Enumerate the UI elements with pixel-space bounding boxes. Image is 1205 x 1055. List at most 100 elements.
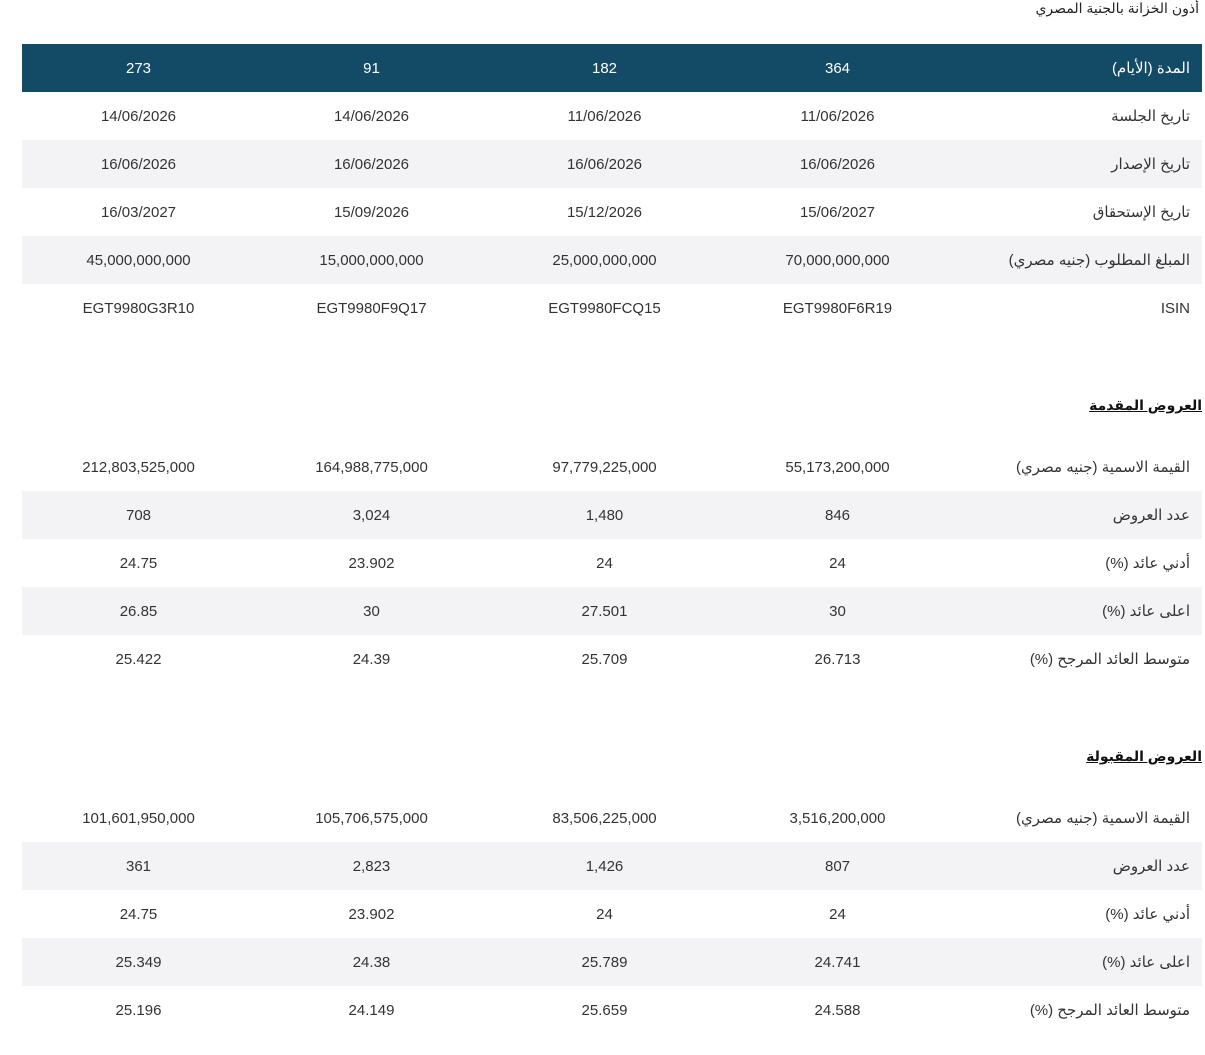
table-cell: 24 [829,554,846,572]
row-label: القيمة الاسمية (جنيه مصري) [1015,810,1190,827]
table-cell: EGT9980G3R10 [82,299,195,317]
table-cell: 807 [721,842,954,890]
table-row: القيمة الاسمية (جنيه مصري) 55,173,200,00… [22,443,1202,491]
table-cell: 361 [22,842,255,890]
table-cell: 3,024 [255,491,488,539]
accepted-bids-table: القيمة الاسمية (جنيه مصري) 3,516,200,000… [22,794,1202,1034]
table-cell: 16/06/2026 [255,140,488,188]
table-cell: 212,803,525,000 [82,458,195,476]
table-cell: 24.149 [348,1001,395,1019]
table-cell: EGT9980FCQ15 [548,299,661,317]
table-cell: 25,000,000,000 [488,236,721,284]
table-cell: 25.709 [581,650,628,668]
row-label: القيمة الاسمية (جنيه مصري) [1015,459,1190,476]
header-cell: 364 [721,44,954,92]
table-cell: 27.501 [488,587,721,635]
table-cell: EGT9980F9Q17 [316,299,427,317]
table-cell: 45,000,000,000 [22,236,255,284]
table-row: اعلى عائد (%) 30 27.501 30 26.85 [22,587,1202,635]
table-cell: 14/06/2026 [100,107,177,125]
row-label: تاريخ الإستحقاق [1092,204,1190,221]
offered-bids-heading: العروض المقدمة [1089,397,1202,413]
table-cell: 24 [596,905,613,923]
table-cell: 11/06/2026 [800,107,875,125]
table-cell: 23.902 [348,554,395,572]
table-cell: 30 [721,587,954,635]
table-cell: 25.422 [115,650,162,668]
row-label: اعلى عائد (%) [954,587,1202,635]
table-row: تاريخ الإستحقاق 15/06/2027 15/12/2026 15… [22,188,1202,236]
row-label: اعلى عائد (%) [954,938,1202,986]
table-cell: 25.789 [488,938,721,986]
row-label: متوسط العائد المرجح (%) [1029,651,1190,668]
table-cell: 24.75 [119,905,158,923]
table-cell: 70,000,000,000 [721,236,954,284]
table-cell: 15/06/2027 [799,203,876,221]
table-cell: 105,706,575,000 [315,809,428,827]
page-title: أذون الخزانة بالجنية المصري [1035,0,1199,16]
table-cell: 15/09/2026 [333,203,410,221]
table-cell: 846 [721,491,954,539]
header-label: المدة (الأيام) [954,44,1202,92]
row-label: عدد العروض [954,842,1202,890]
offered-bids-table: القيمة الاسمية (جنيه مصري) 55,173,200,00… [22,443,1202,683]
table-cell: 11/06/2026 [567,107,642,125]
table-cell: 24 [829,905,846,923]
accepted-bids-heading: العروض المقبولة [1086,748,1202,764]
table-header-row: المدة (الأيام) 364 182 91 273 [22,44,1202,92]
table-cell: 26.85 [22,587,255,635]
table-row: عدد العروض 846 1,480 3,024 708 [22,491,1202,539]
row-label: أدني عائد (%) [1105,555,1190,572]
table-row: تاريخ الإصدار 16/06/2026 16/06/2026 16/0… [22,140,1202,188]
table-row: ISIN EGT9980F6R19 EGT9980FCQ15 EGT9980F9… [22,284,1202,332]
table-cell: 16/06/2026 [488,140,721,188]
table-row: المبلغ المطلوب (جنيه مصري) 70,000,000,00… [22,236,1202,284]
table-cell: 30 [255,587,488,635]
table-cell: 16/03/2027 [100,203,177,221]
table-row: أدني عائد (%) 24 24 23.902 24.75 [22,539,1202,587]
table-cell: 708 [22,491,255,539]
table-cell: 97,779,225,000 [552,458,657,476]
row-label: أدني عائد (%) [1105,906,1190,923]
table-cell: 14/06/2026 [333,107,410,125]
table-cell: 24.38 [255,938,488,986]
table-cell: 101,601,950,000 [82,809,195,827]
table-cell: 2,823 [255,842,488,890]
table-cell: 26.713 [814,650,861,668]
header-cell: 273 [22,44,255,92]
table-cell: EGT9980F6R19 [782,299,893,317]
table-cell: 3,516,200,000 [789,809,886,827]
table-cell: 55,173,200,000 [785,458,890,476]
table-row: عدد العروض 807 1,426 2,823 361 [22,842,1202,890]
table-row: أدني عائد (%) 24 24 23.902 24.75 [22,890,1202,938]
auction-details-table: المدة (الأيام) 364 182 91 273 تاريخ الجل… [22,44,1202,332]
table-cell: 25.349 [22,938,255,986]
table-cell: 16/06/2026 [721,140,954,188]
table-cell: 24 [596,554,613,572]
row-label: متوسط العائد المرجح (%) [1029,1002,1190,1019]
table-row: تاريخ الجلسة 11/06/2026 11/06/2026 14/06… [22,92,1202,140]
table-cell: 16/06/2026 [22,140,255,188]
table-cell: 15/12/2026 [566,203,643,221]
table-cell: 83,506,225,000 [552,809,657,827]
table-row: القيمة الاسمية (جنيه مصري) 3,516,200,000… [22,794,1202,842]
table-cell: 23.902 [348,905,395,923]
row-label: ISIN [1160,299,1190,317]
table-cell: 15,000,000,000 [255,236,488,284]
row-label: المبلغ المطلوب (جنيه مصري) [954,236,1202,284]
table-cell: 164,988,775,000 [315,458,428,476]
header-cell: 91 [255,44,488,92]
table-cell: 25.196 [115,1001,162,1019]
table-row: اعلى عائد (%) 24.741 25.789 24.38 25.349 [22,938,1202,986]
table-cell: 24.741 [721,938,954,986]
table-row: متوسط العائد المرجح (%) 24.588 25.659 24… [22,986,1202,1034]
header-cell: 182 [488,44,721,92]
table-cell: 24.39 [352,650,391,668]
row-label: تاريخ الإصدار [954,140,1202,188]
table-cell: 1,480 [488,491,721,539]
table-row: متوسط العائد المرجح (%) 26.713 25.709 24… [22,635,1202,683]
table-cell: 24.588 [814,1001,861,1019]
table-cell: 1,426 [488,842,721,890]
row-label: تاريخ الجلسة [1111,108,1190,125]
row-label: عدد العروض [954,491,1202,539]
